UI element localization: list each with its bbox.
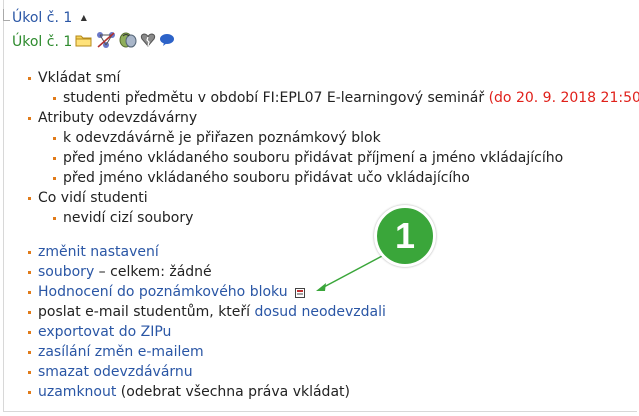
deadline-text: (do 20. 9. 2018 21:50) (488, 90, 639, 106)
visibility-label: Co vidí studenti (28, 188, 639, 208)
task-title-link[interactable]: Úkol č. 1 (12, 10, 72, 26)
action-item: exportovat do ZIPu (28, 322, 386, 342)
action-item: smazat odevzdávárnu (28, 362, 386, 382)
email-changes-link[interactable]: zasílání změn e-mailem (38, 344, 204, 360)
action-item: uzamknout (odebrat všechna práva vkládat… (28, 382, 386, 402)
upload-allowed-label: Vkládat smí (28, 68, 639, 88)
lock-link[interactable]: uzamknout (38, 384, 116, 400)
action-item: změnit nastavení (28, 242, 386, 262)
callout-badge: 1 (374, 205, 436, 267)
files-count-text: – celkem: žádné (94, 264, 212, 280)
action-item: poslat e-mail studentům, kteří dosud neo… (28, 302, 386, 322)
notebook-rating-link[interactable]: Hodnocení do poznámkového bloku (38, 284, 288, 300)
broken-heart-icon[interactable] (140, 32, 156, 52)
actions-list: změnit nastavení soubory – celkem: žádné… (28, 242, 386, 402)
comment-icon[interactable] (159, 33, 175, 51)
task-title-row: Úkol č. 1 ▲ (12, 10, 87, 30)
action-item: soubory – celkem: žádné (28, 262, 386, 282)
task-subtitle-row: Úkol č. 1 (12, 32, 178, 52)
tree-connector (3, 9, 10, 21)
delete-dropbox-link[interactable]: smazat odevzdávárnu (38, 364, 193, 380)
attributes-label: Atributy odevzdávárny (28, 108, 639, 128)
files-link[interactable]: soubory (38, 264, 94, 280)
notebook-icon[interactable] (295, 284, 306, 304)
not-submitted-link[interactable]: dosud neodevzdali (255, 304, 386, 320)
email-students-text: poslat e-mail studentům, kteří (38, 304, 255, 320)
lock-description: (odebrat všechna práva vkládat) (116, 384, 350, 400)
upload-allowed-item: studenti předmětu v období FI:EPL07 E-le… (53, 88, 639, 108)
visibility-value: nevidí cizí soubory (53, 208, 639, 228)
sort-up-icon[interactable]: ▲ (81, 13, 87, 22)
action-item: Hodnocení do poznámkového bloku (28, 282, 386, 302)
attribute-item: před jméno vkládaného souboru přidávat p… (53, 148, 639, 168)
upload-allowed-value: studenti předmětu v období FI:EPL07 E-le… (63, 90, 485, 106)
task-subtitle-link[interactable]: Úkol č. 1 (12, 34, 72, 50)
settings-list: Vkládat smí studenti předmětu v období F… (28, 68, 639, 228)
network-settings-icon[interactable] (96, 31, 116, 53)
export-zip-link[interactable]: exportovat do ZIPu (38, 324, 171, 340)
attribute-item: k odevzdávárně je přiřazen poznámkový bl… (53, 128, 639, 148)
change-settings-link[interactable]: změnit nastavení (38, 244, 159, 260)
people-icon[interactable] (119, 31, 137, 53)
folder-icon[interactable] (75, 32, 93, 52)
action-item: zasílání změn e-mailem (28, 342, 386, 362)
attribute-item: před jméno vkládaného souboru přidávat u… (53, 168, 639, 188)
